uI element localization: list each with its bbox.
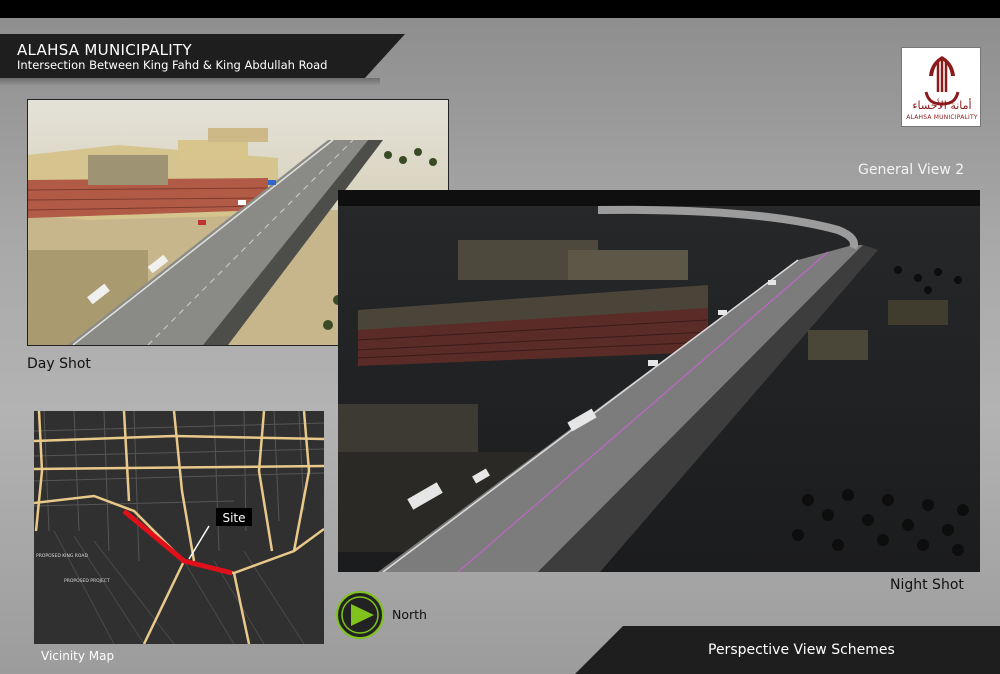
- map-road-label-1: PROPOSED KING ROAD: [36, 553, 88, 559]
- site-label: Site: [222, 511, 245, 525]
- footer-title: Perspective View Schemes: [708, 642, 895, 658]
- day-shot-caption: Day Shot: [27, 356, 91, 372]
- vicinity-map-caption: Vicinity Map: [41, 649, 115, 663]
- logo-english-text: ALAHSA MUNICIPALITY: [906, 114, 978, 121]
- logo-arabic-text: أمانة الأحساء: [912, 99, 972, 112]
- north-label: North: [392, 607, 427, 622]
- top-band: [0, 0, 1000, 18]
- page-title: ALAHSA MUNICIPALITY: [17, 41, 192, 59]
- night-shot-caption: Night Shot: [890, 577, 964, 593]
- general-view-caption: General View 2: [858, 162, 965, 178]
- north-arrow-icon: [336, 591, 384, 639]
- page-subtitle: Intersection Between King Fahd & King Ab…: [17, 58, 328, 72]
- municipality-logo: أمانة الأحساء ALAHSA MUNICIPALITY: [901, 47, 981, 127]
- title-banner-shadow: [0, 78, 380, 86]
- north-arrow: [334, 590, 388, 640]
- map-road-label-2: PROPOSED PROJECT: [64, 578, 110, 584]
- vicinity-map: Site PROPOSED KING ROAD PROPOSED PROJECT: [34, 411, 324, 644]
- night-shot-image: [338, 190, 980, 572]
